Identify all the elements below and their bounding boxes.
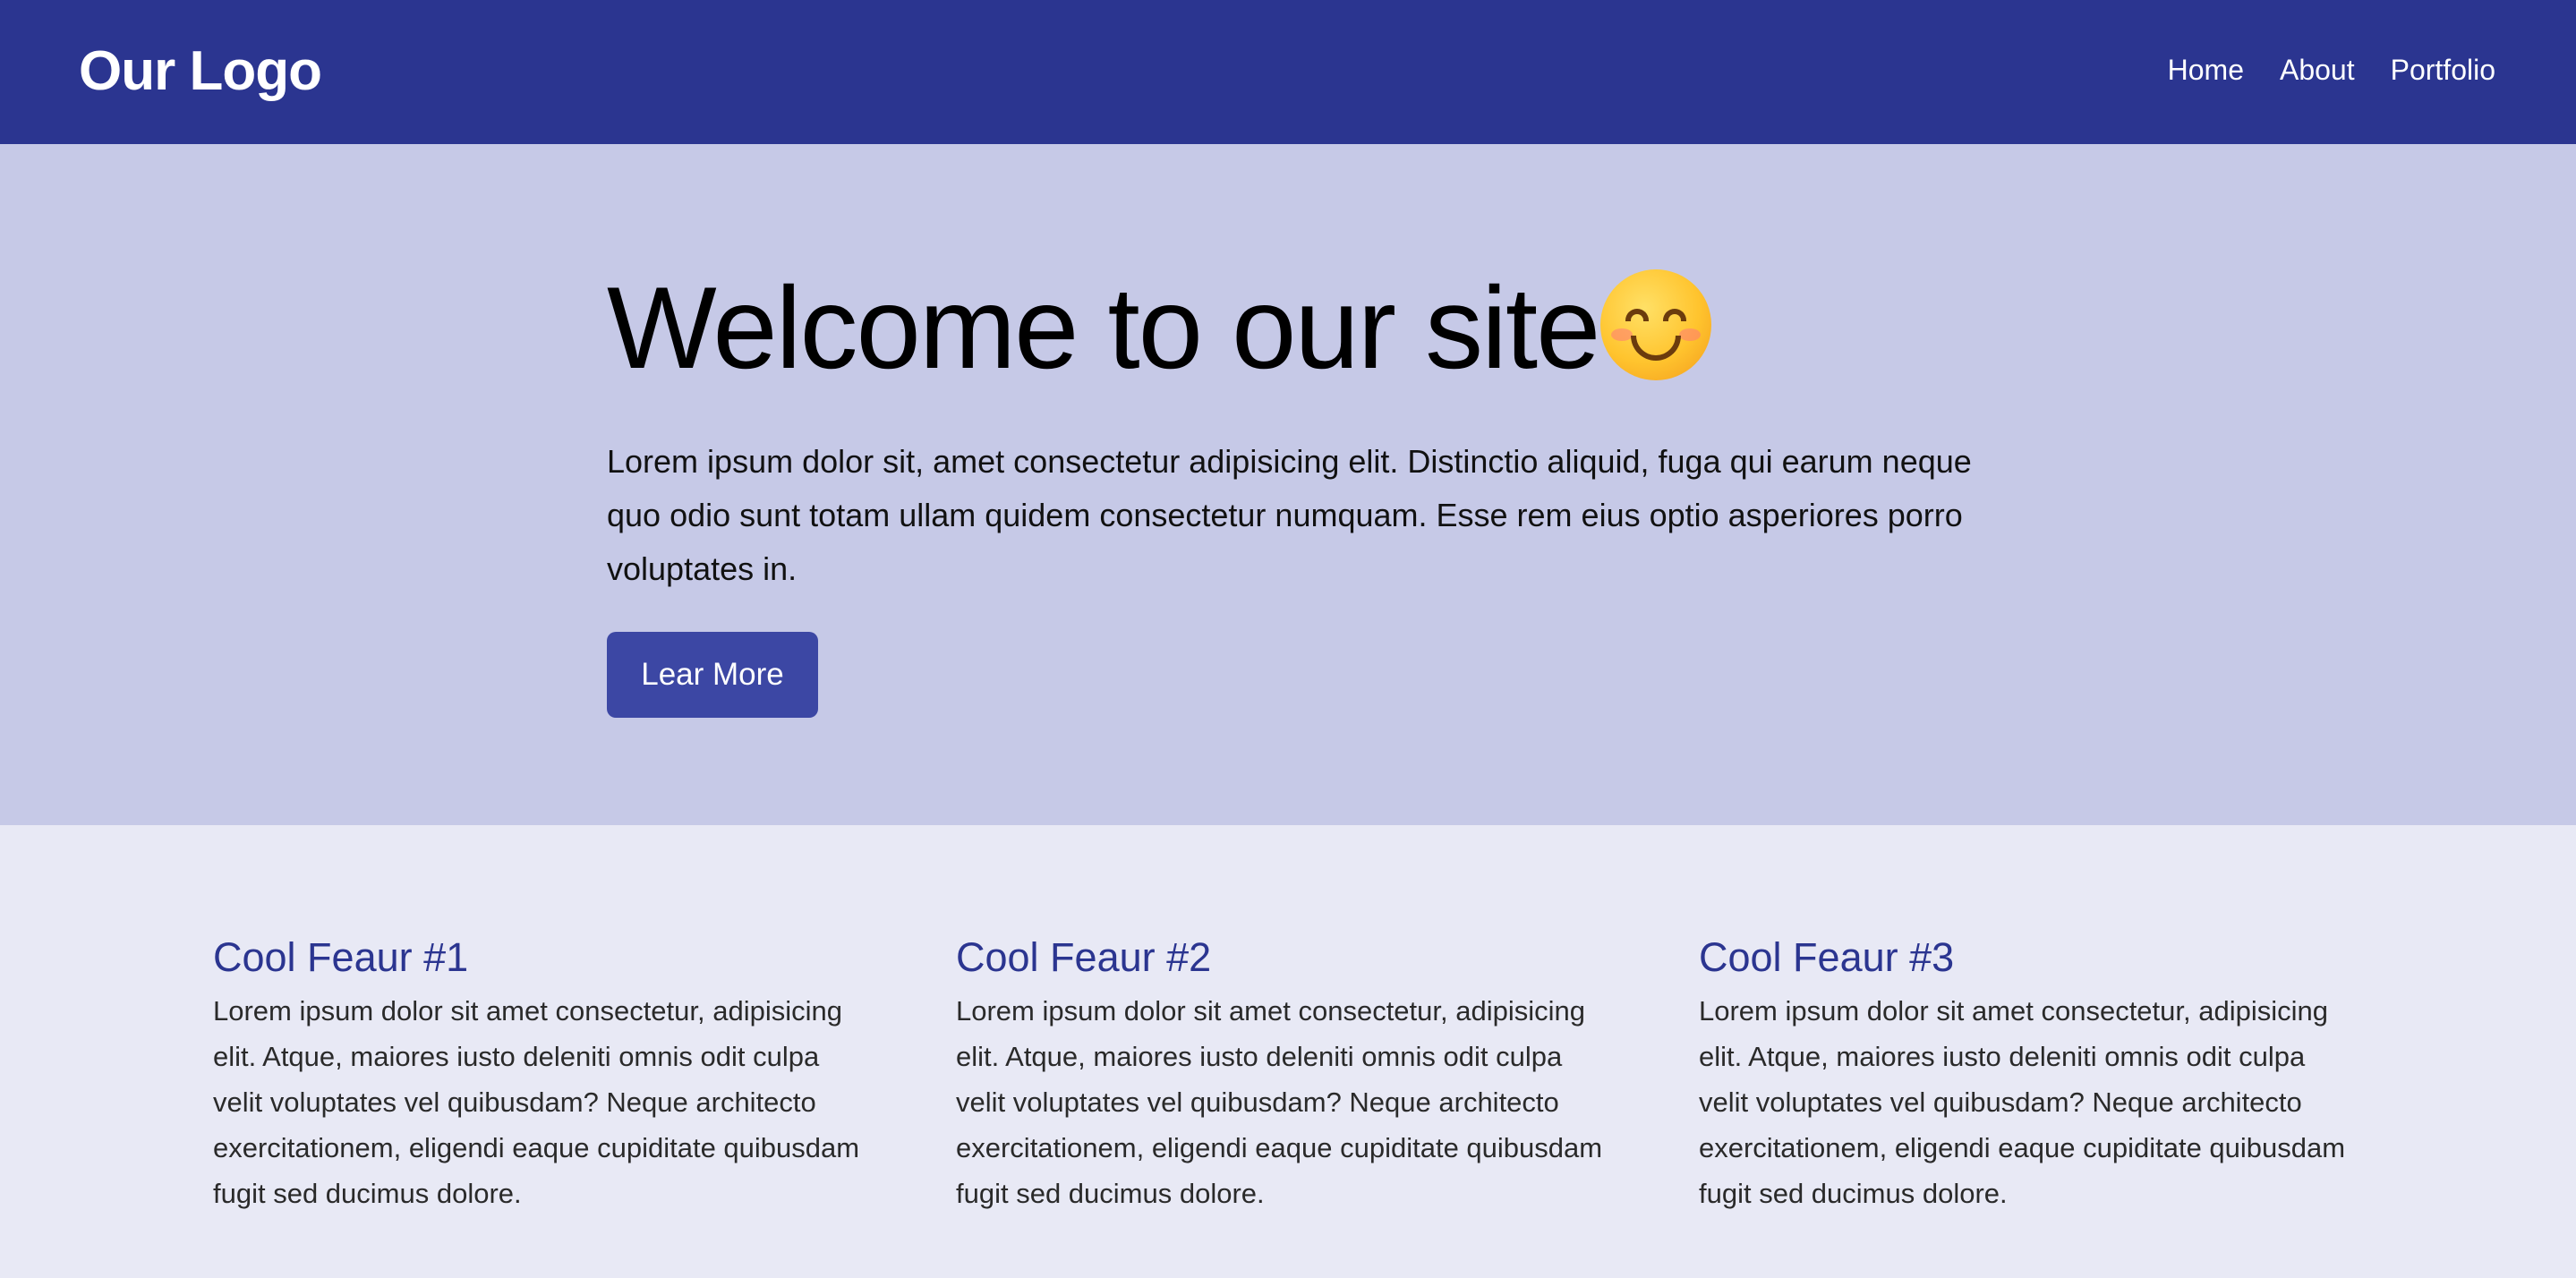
feature-text: Lorem ipsum dolor sit amet consectetur, … [213,995,860,1209]
learn-more-button[interactable]: Lear More [607,632,818,718]
smiling-face-icon [1600,269,1712,380]
feature-card: Cool Feaur #1 Lorem ipsum dolor sit amet… [213,933,893,1216]
hero-description: Lorem ipsum dolor sit, amet consectetur … [607,443,1972,587]
hero-section: Welcome to our site Lorem ipsum dolor si… [0,144,2576,825]
nav-link-home[interactable]: Home [2168,47,2244,93]
navbar: Our Logo Home About Portfolio [0,0,2576,144]
feature-text: Lorem ipsum dolor sit amet consectetur, … [1699,995,2346,1209]
feature-title: Cool Feaur #2 [956,934,1212,980]
feature-card: Cool Feaur #3 Lorem ipsum dolor sit amet… [1699,933,2379,1216]
hero-title: Welcome to our site [607,260,1712,395]
site-logo[interactable]: Our Logo [79,36,322,107]
hero-title-text: Welcome to our site [607,262,1600,393]
feature-card: Cool Feaur #2 Lorem ipsum dolor sit amet… [956,933,1636,1216]
feature-title: Cool Feaur #1 [213,934,469,980]
nav-link-about[interactable]: About [2280,47,2355,93]
nav-links: Home About Portfolio [2168,47,2495,93]
features-section: Cool Feaur #1 Lorem ipsum dolor sit amet… [0,825,2576,1278]
nav-link-portfolio[interactable]: Portfolio [2391,47,2495,93]
feature-title: Cool Feaur #3 [1699,934,1955,980]
feature-text: Lorem ipsum dolor sit amet consectetur, … [956,995,1603,1209]
